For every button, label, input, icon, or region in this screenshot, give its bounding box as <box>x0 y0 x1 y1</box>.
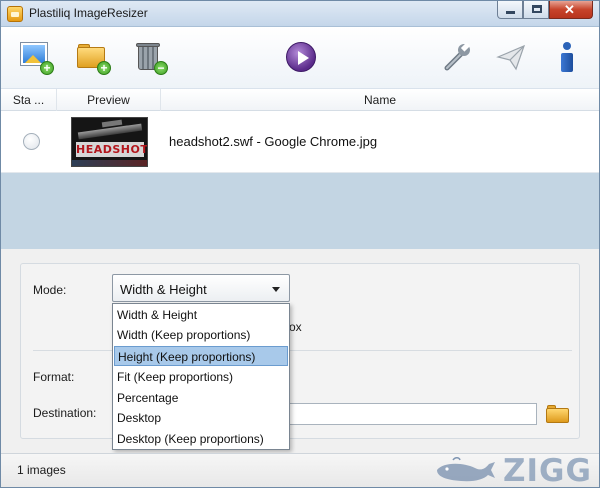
thumb-text: HEADSHOT <box>76 142 148 157</box>
close-icon: ✕ <box>564 2 575 17</box>
column-name[interactable]: Name <box>161 89 599 111</box>
mode-option[interactable]: Desktop <box>114 408 288 428</box>
mode-option[interactable]: Width & Height <box>114 305 288 325</box>
info-icon <box>563 42 571 50</box>
minus-icon: − <box>154 61 168 75</box>
app-icon <box>7 6 23 22</box>
preview-thumbnail: HEADSHOT <box>71 117 148 167</box>
window-title: Plastiliq ImageResizer <box>29 6 148 20</box>
info-button[interactable] <box>551 41 583 73</box>
maximize-button[interactable] <box>523 1 549 19</box>
thumb-stripe <box>72 160 147 166</box>
whale-icon <box>437 457 495 482</box>
mode-option[interactable]: Fit (Keep proportions) <box>114 367 288 387</box>
watermark-text: ZIGG <box>503 453 592 488</box>
minimize-icon <box>506 11 515 14</box>
maximize-icon <box>532 5 542 13</box>
partial-label: ox <box>289 320 302 334</box>
info-icon-stem <box>561 53 573 72</box>
list-item[interactable]: HEADSHOT headshot2.swf - Google Chrome.j… <box>1 111 599 173</box>
destination-label: Destination: <box>33 406 97 420</box>
destination-input[interactable] <box>289 403 537 425</box>
mode-label: Mode: <box>33 283 67 297</box>
app-window: Plastiliq ImageResizer ✕ + + − Sta ... P… <box>0 0 600 488</box>
format-label: Format: <box>33 370 75 384</box>
mode-select[interactable]: Width & Height <box>112 274 290 302</box>
settings-icon <box>444 42 471 71</box>
status-bar: 1 images ZIGG <box>1 453 600 488</box>
image-count: 1 images <box>17 463 66 477</box>
mode-dropdown: Width & Height Width (Keep proportions) … <box>112 303 290 450</box>
close-button[interactable]: ✕ <box>549 1 593 19</box>
zigg-watermark: ZIGG <box>431 453 600 488</box>
folder-icon <box>546 408 569 423</box>
add-folder-button[interactable]: + <box>77 41 111 75</box>
browse-folder-button[interactable] <box>546 404 570 424</box>
remove-button[interactable]: − <box>134 41 168 75</box>
settings-button[interactable] <box>441 41 473 73</box>
start-icon <box>286 42 316 72</box>
mode-option[interactable]: Percentage <box>114 388 288 408</box>
plus-icon: + <box>40 61 54 75</box>
toolbar: + + − <box>1 27 599 89</box>
list-header: Sta ... Preview Name <box>1 89 599 111</box>
file-list: Sta ... Preview Name HEADSHOT headshot2.… <box>1 89 599 249</box>
window-controls: ✕ <box>497 1 593 19</box>
plus-icon: + <box>97 61 111 75</box>
mode-option[interactable]: Desktop (Keep proportions) <box>114 429 288 449</box>
status-radio[interactable] <box>23 133 40 150</box>
column-status[interactable]: Sta ... <box>1 89 57 111</box>
minimize-button[interactable] <box>497 1 523 19</box>
column-preview[interactable]: Preview <box>57 89 161 111</box>
add-images-button[interactable]: + <box>20 41 54 75</box>
mode-value: Width & Height <box>120 282 207 297</box>
mode-option[interactable]: Width (Keep proportions) <box>114 325 288 345</box>
title-bar: Plastiliq ImageResizer ✕ <box>1 1 599 27</box>
send-icon <box>496 44 526 71</box>
file-name: headshot2.swf - Google Chrome.jpg <box>169 134 378 149</box>
chevron-down-icon <box>272 287 280 292</box>
mode-option-selected[interactable]: Height (Keep proportions) <box>114 346 288 366</box>
start-button[interactable] <box>285 41 317 73</box>
send-button[interactable] <box>495 41 527 73</box>
